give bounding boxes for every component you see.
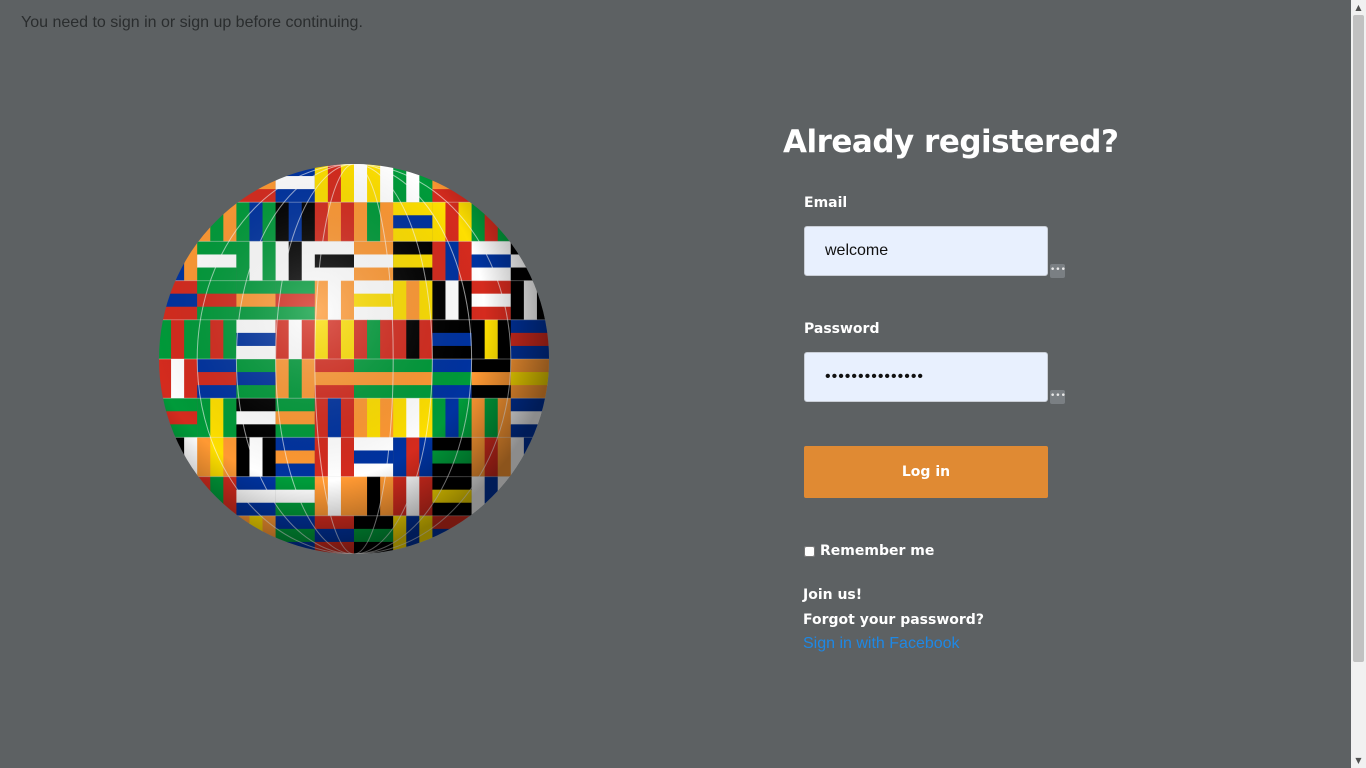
scrollbar-thumb[interactable] xyxy=(1353,15,1364,662)
join-link[interactable]: Join us! xyxy=(803,587,862,603)
forgot-password-link[interactable]: Forgot your password? xyxy=(803,612,984,628)
scroll-up-icon[interactable]: ▲ xyxy=(1351,0,1366,15)
password-manager-icon[interactable]: ••• xyxy=(1050,264,1066,278)
remember-me[interactable]: Remember me xyxy=(804,543,934,559)
scroll-down-icon[interactable]: ▼ xyxy=(1351,753,1366,768)
email-field[interactable] xyxy=(804,226,1048,276)
email-label: Email xyxy=(804,195,848,211)
scrollbar[interactable]: ▲ ▼ xyxy=(1351,0,1366,768)
flash-message: You need to sign in or sign up before co… xyxy=(21,14,363,31)
password-label: Password xyxy=(804,321,880,337)
password-field[interactable] xyxy=(804,352,1048,402)
password-manager-icon[interactable]: ••• xyxy=(1050,390,1066,404)
login-button[interactable]: Log in xyxy=(804,446,1048,498)
login-page: You need to sign in or sign up before co… xyxy=(0,0,1366,768)
remember-me-label: Remember me xyxy=(820,543,935,559)
page-title: Already registered? xyxy=(783,124,1119,160)
remember-me-checkbox[interactable] xyxy=(804,545,815,557)
facebook-signin-link[interactable]: Sign in with Facebook xyxy=(803,635,960,653)
flags-globe-image xyxy=(158,163,550,555)
